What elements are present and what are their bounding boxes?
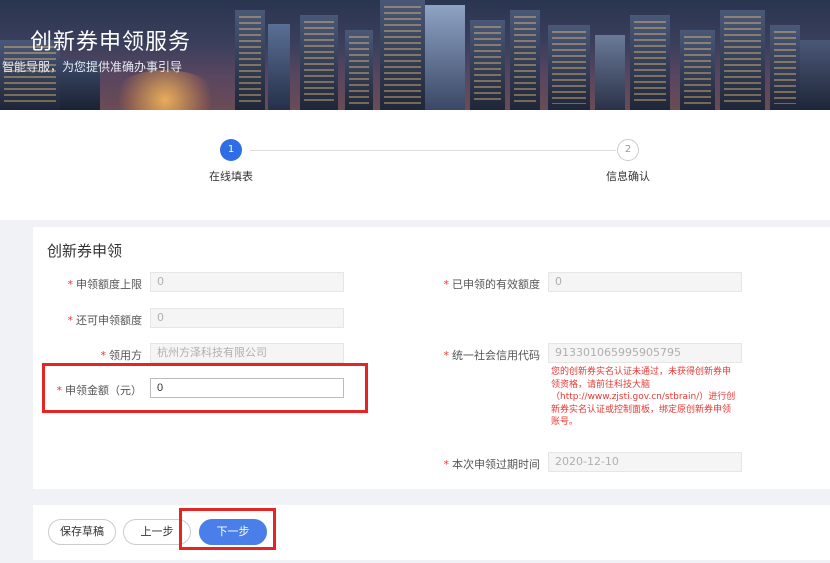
form-title: 创新券申领 <box>47 242 123 260</box>
step-2-indicator: 2 <box>617 139 639 161</box>
applicant-field: 杭州方泽科技有限公司 <box>150 343 344 363</box>
header-banner: 创新券申领服务 智能导服，为您提供准确办事引导 <box>0 0 830 110</box>
limit-field: 0 <box>150 272 344 292</box>
limit-label: * 申领额度上限 <box>67 278 143 291</box>
expiry-field: 2020-12-10 <box>548 452 742 472</box>
step-1-label: 在线填表 <box>209 170 253 183</box>
auth-warning-text: 您的创新券实名认证未通过，未获得创新券申领资格，请前往科技大脑（http://w… <box>551 367 736 427</box>
credit-code-field: 913301065995905795 <box>548 343 742 363</box>
step-2-label: 信息确认 <box>606 170 650 183</box>
step-connector <box>250 150 616 151</box>
valid-amount-label: * 已申领的有效额度 <box>443 278 541 291</box>
expiry-label: * 本次申领过期时间 <box>443 458 541 471</box>
valid-amount-field: 0 <box>548 272 742 292</box>
save-draft-button[interactable]: 保存草稿 <box>48 519 116 545</box>
amount-label: * 申领金额（元） <box>56 384 143 397</box>
page-title: 创新券申领服务 <box>30 30 192 55</box>
applicant-label: * 领用方 <box>100 349 143 362</box>
remaining-field: 0 <box>150 308 344 328</box>
page-subtitle: 智能导服，为您提供准确办事引导 <box>2 60 183 74</box>
steps-panel <box>0 110 830 220</box>
next-step-button[interactable]: 下一步 <box>199 519 267 545</box>
step-1-indicator: 1 <box>220 139 242 161</box>
remaining-label: * 还可申领额度 <box>67 314 143 327</box>
credit-code-label: * 统一社会信用代码 <box>443 349 541 362</box>
amount-input[interactable] <box>150 378 344 398</box>
